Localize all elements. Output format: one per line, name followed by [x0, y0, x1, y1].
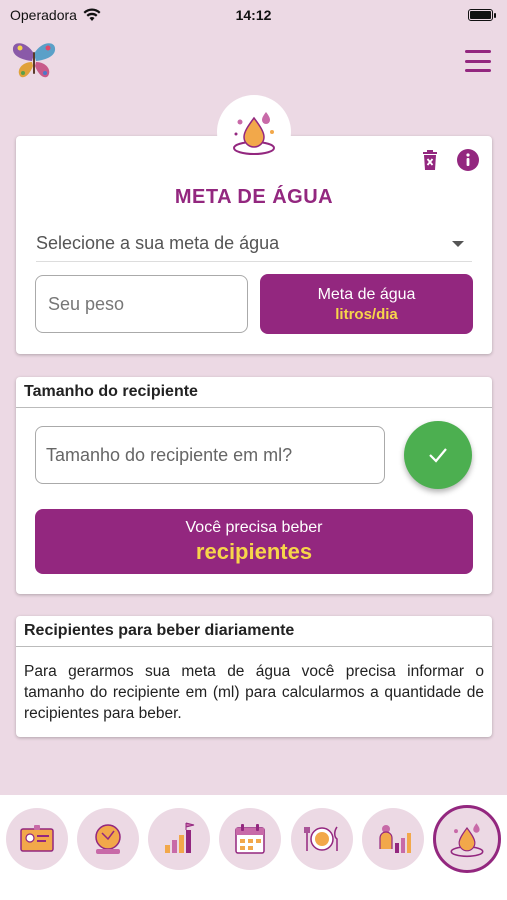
daily-containers-text: Para gerarmos sua meta de água você prec… — [24, 663, 484, 722]
goal-chart-icon — [165, 822, 195, 853]
status-bar: Operadora 14:12 — [0, 0, 507, 30]
nav-calendar[interactable] — [219, 808, 282, 870]
body-scale-icon — [95, 824, 121, 854]
daily-containers-header: Recipientes para beber diariamente — [16, 616, 492, 647]
calendar-icon — [235, 824, 266, 854]
container-size-card: Tamanho do recipiente Tamanho do recipie… — [16, 377, 492, 594]
water-goal-button[interactable]: Meta de água litros/dia — [260, 274, 473, 334]
container-size-input[interactable]: Tamanho do recipiente em ml? — [35, 426, 385, 484]
nav-goal-chart[interactable] — [148, 808, 211, 870]
water-drop-icon — [233, 112, 275, 155]
water-goal-title: META DE ÁGUA — [174, 186, 334, 208]
id-card-icon — [20, 825, 54, 852]
confirm-button[interactable] — [404, 421, 472, 489]
nav-meal-plate[interactable] — [290, 808, 353, 870]
water-goal-select[interactable]: Selecione a sua meta de água — [36, 226, 472, 262]
drink-result-button[interactable]: Você precisa beber recipientes — [35, 509, 473, 574]
weight-input[interactable]: Seu peso — [35, 275, 248, 333]
trash-icon[interactable] — [418, 148, 442, 172]
container-size-placeholder: Tamanho do recipiente em ml? — [46, 444, 293, 465]
weight-input-placeholder: Seu peso — [48, 293, 125, 314]
carrier-label: Operadora — [10, 7, 77, 23]
app-header — [0, 34, 507, 88]
nav-body-scale[interactable] — [77, 808, 140, 870]
butterfly-logo-icon[interactable] — [10, 40, 58, 82]
progress-person-icon — [379, 825, 411, 853]
caret-down-icon — [452, 240, 464, 247]
water-goal-select-placeholder: Selecione a sua meta de água — [36, 233, 280, 253]
hamburger-menu-icon[interactable] — [465, 50, 491, 72]
drink-result-unit: recipientes — [195, 538, 313, 564]
daily-containers-card: Recipientes para beber diariamente Para … — [16, 616, 492, 737]
container-size-header: Tamanho do recipiente — [16, 377, 492, 408]
water-goal-button-label: Meta de água — [317, 285, 416, 303]
info-icon[interactable] — [456, 148, 480, 172]
bottom-nav — [0, 795, 507, 900]
drink-result-label: Você precisa beber — [185, 518, 323, 536]
water-drop-icon — [450, 823, 484, 858]
water-goal-button-unit: litros/dia — [335, 305, 398, 323]
battery-icon — [468, 9, 496, 21]
check-icon — [429, 448, 447, 463]
nav-progress-person[interactable] — [361, 808, 424, 870]
wifi-icon — [83, 8, 101, 21]
nav-water-drop[interactable] — [432, 805, 501, 873]
water-goal-badge — [217, 95, 291, 169]
meal-plate-icon — [303, 826, 338, 851]
nav-id-card[interactable] — [6, 808, 68, 870]
